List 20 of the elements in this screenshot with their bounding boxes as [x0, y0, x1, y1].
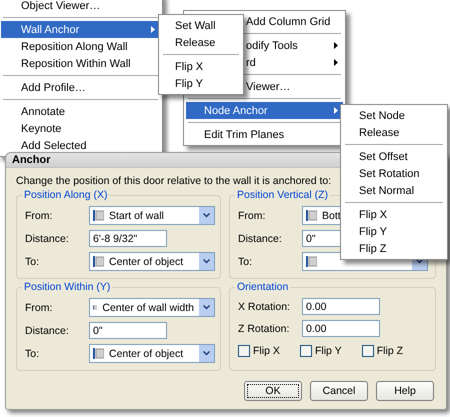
field-label: To: — [238, 256, 254, 268]
field-label: Distance: — [25, 324, 70, 336]
group-title: Orientation — [235, 281, 290, 293]
dialog-description: Change the position of this door relative to the wall it is anchored to: — [16, 175, 332, 187]
field-label: To: — [25, 256, 40, 268]
field-label: Distance: — [25, 232, 70, 244]
field-label: Distance: — [238, 232, 283, 244]
field-label: Z Rotation: — [238, 322, 290, 334]
checkbox-label: Flip X — [253, 345, 280, 357]
checkbox-label: Flip Z — [376, 345, 403, 357]
dialog-title: Anchor — [12, 154, 50, 166]
field-label: X Rotation: — [238, 300, 291, 312]
field-label: From: — [238, 210, 266, 222]
field-label: To: — [25, 348, 40, 360]
checkbox-label: Flip Y — [314, 345, 342, 357]
group-title: Position Along (X) — [22, 189, 110, 201]
group-title: Position Vertical (Z) — [235, 189, 330, 201]
group-title: Position Within (Y) — [22, 281, 112, 293]
field-label: From: — [25, 302, 54, 314]
field-label: From: — [25, 210, 54, 222]
